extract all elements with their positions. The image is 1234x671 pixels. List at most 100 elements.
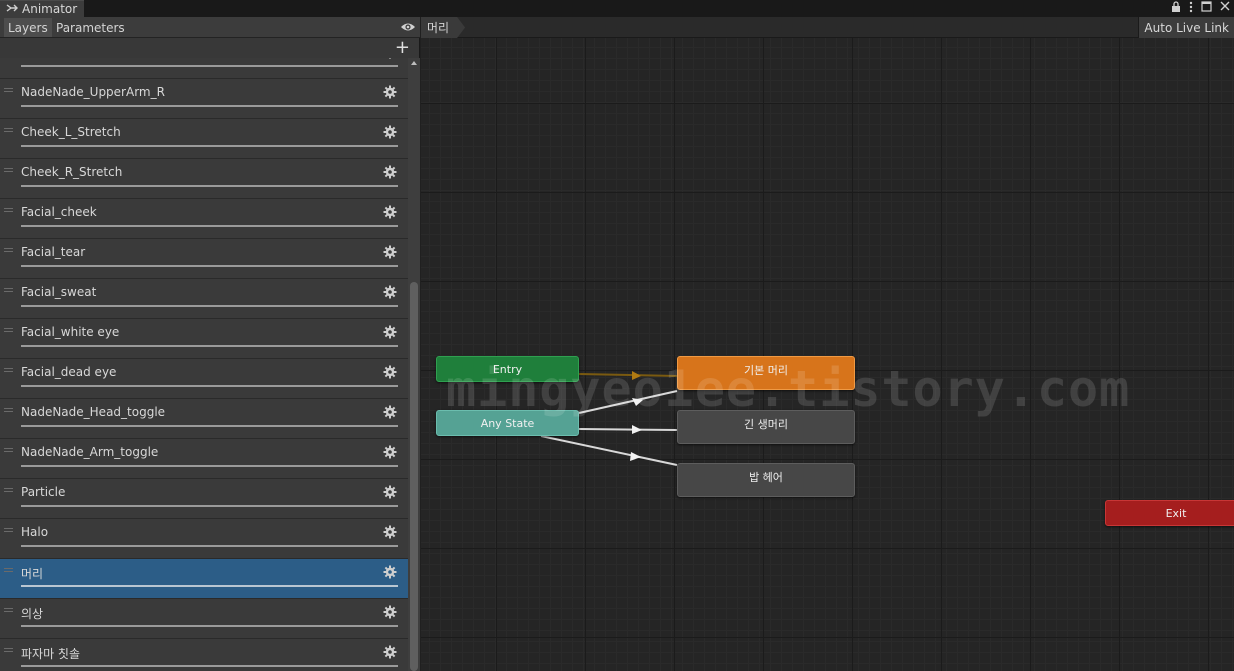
gear-icon[interactable]	[383, 58, 397, 59]
add-layer-button[interactable]: +	[395, 38, 410, 58]
add-layer-row: +	[0, 38, 420, 58]
animator-window-tab[interactable]: Animator	[0, 0, 84, 17]
drag-handle-icon[interactable]	[4, 528, 13, 532]
drag-handle-icon[interactable]	[4, 288, 13, 292]
layer-name: Facial_sweat	[21, 285, 97, 299]
layer-name: 파자마 칫솔	[21, 647, 81, 661]
layer-name: Cheek_R_Stretch	[21, 165, 123, 179]
gear-icon[interactable]	[383, 285, 397, 299]
layer-weight-bar	[21, 385, 398, 387]
transition-any-state3	[540, 435, 678, 466]
layer-row[interactable]: Facial_cheek	[0, 199, 408, 239]
gear-icon[interactable]	[383, 445, 397, 459]
layer-name: NadeNade_Arm_toggle	[21, 445, 159, 459]
layer-weight-bar	[21, 625, 398, 627]
drag-handle-icon[interactable]	[4, 648, 13, 652]
state-bob-hair[interactable]: 밥 헤어	[677, 463, 855, 497]
drag-handle-icon[interactable]	[4, 208, 13, 212]
gear-icon[interactable]	[383, 405, 397, 419]
layer-row[interactable]: NadeNade_UpperArm_R	[0, 79, 408, 119]
layer-name: Particle	[21, 485, 66, 499]
state-long-hair[interactable]: 긴 생머리	[677, 410, 855, 444]
maximize-icon[interactable]	[1201, 1, 1212, 17]
drag-handle-icon[interactable]	[4, 368, 13, 372]
transition-arrow-any-state2	[632, 425, 642, 434]
gear-icon[interactable]	[383, 85, 397, 99]
layer-row[interactable]: Cheek_R_Stretch	[0, 159, 408, 199]
layer-list-scrollbar[interactable]	[408, 58, 420, 671]
layer-row[interactable]: NadeNade_Head_toggle	[0, 399, 408, 439]
state-default[interactable]: 기본 머리	[677, 356, 855, 390]
transition-entry-default	[578, 373, 678, 377]
layer-weight-bar	[21, 105, 398, 107]
tab-layers[interactable]: Layers	[4, 18, 52, 37]
layer-row[interactable]: Particle	[0, 479, 408, 519]
layer-weight-bar	[21, 185, 398, 187]
layer-name: 머리	[21, 567, 44, 581]
layer-weight-bar	[21, 145, 398, 147]
gear-icon[interactable]	[383, 645, 397, 659]
layer-row[interactable]: Facial_white eye	[0, 319, 408, 359]
layer-name: Facial_tear	[21, 245, 86, 259]
state-exit[interactable]: Exit	[1105, 500, 1234, 526]
drag-handle-icon[interactable]	[4, 448, 13, 452]
drag-handle-icon[interactable]	[4, 128, 13, 132]
layer-row[interactable]: Facial_tear	[0, 239, 408, 279]
layer-weight-bar	[21, 505, 398, 507]
state-any-state[interactable]: Any State	[436, 410, 579, 436]
layer-name: Halo	[21, 525, 49, 539]
layer-list: NadeNade_UpperArm_R Cheek_L_Stretch Cheek_…	[0, 58, 408, 671]
layer-name: Facial_dead eye	[21, 365, 117, 379]
gear-icon[interactable]	[383, 605, 397, 619]
layer-row[interactable]: 머리	[0, 559, 408, 599]
gear-icon[interactable]	[383, 125, 397, 139]
gear-icon[interactable]	[383, 245, 397, 259]
transition-any-state2	[578, 428, 678, 431]
drag-handle-icon[interactable]	[4, 608, 13, 612]
layer-weight-bar	[21, 345, 398, 347]
window-title: Animator	[22, 2, 78, 16]
layer-row[interactable]: Facial_sweat	[0, 279, 408, 319]
layer-row[interactable]: 파자마 칫솔	[0, 639, 408, 671]
gear-icon[interactable]	[383, 485, 397, 499]
gear-icon[interactable]	[383, 565, 397, 579]
drag-handle-icon[interactable]	[4, 488, 13, 492]
gear-icon[interactable]	[383, 325, 397, 339]
lock-icon[interactable]	[1171, 1, 1181, 17]
layer-weight-bar	[21, 65, 398, 67]
drag-handle-icon[interactable]	[4, 328, 13, 332]
kebab-menu-icon[interactable]	[1189, 1, 1193, 17]
close-icon[interactable]	[1220, 1, 1230, 17]
transition-arrow-entry-default	[632, 371, 641, 380]
layer-name: NadeNade_UpperArm_R	[21, 85, 165, 99]
transition-links	[540, 371, 678, 466]
panel-tabs: Layers Parameters	[0, 17, 420, 38]
drag-handle-icon[interactable]	[4, 568, 13, 572]
drag-handle-icon[interactable]	[4, 168, 13, 172]
layer-row[interactable]: Halo	[0, 519, 408, 559]
scroll-up-arrow-icon[interactable]	[411, 61, 417, 65]
layer-row[interactable]: NadeNade_Arm_toggle	[0, 439, 408, 479]
gear-icon[interactable]	[383, 165, 397, 179]
layer-name: 의상	[21, 607, 44, 621]
layer-name: NadeNade_Head_toggle	[21, 405, 166, 419]
tab-parameters[interactable]: Parameters	[52, 18, 129, 37]
layer-weight-bar	[21, 585, 398, 587]
layer-weight-bar	[21, 665, 398, 667]
gear-icon[interactable]	[383, 205, 397, 219]
layer-row[interactable]: Cheek_L_Stretch	[0, 119, 408, 159]
state-machine-graph[interactable]: 머리 Auto Live Link Entry Any State 기본 머리 …	[421, 17, 1234, 671]
layer-name: Facial_cheek	[21, 205, 97, 219]
eye-icon[interactable]	[400, 20, 416, 34]
layer-row[interactable]	[0, 58, 408, 79]
layer-row[interactable]: 의상	[0, 599, 408, 639]
gear-icon[interactable]	[383, 365, 397, 379]
drag-handle-icon[interactable]	[4, 248, 13, 252]
drag-handle-icon[interactable]	[4, 88, 13, 92]
window-titlebar: Animator	[0, 0, 1234, 17]
state-entry[interactable]: Entry	[436, 356, 579, 382]
drag-handle-icon[interactable]	[4, 408, 13, 412]
layer-row[interactable]: Facial_dead eye	[0, 359, 408, 399]
scrollbar-thumb[interactable]	[410, 282, 418, 671]
gear-icon[interactable]	[383, 525, 397, 539]
